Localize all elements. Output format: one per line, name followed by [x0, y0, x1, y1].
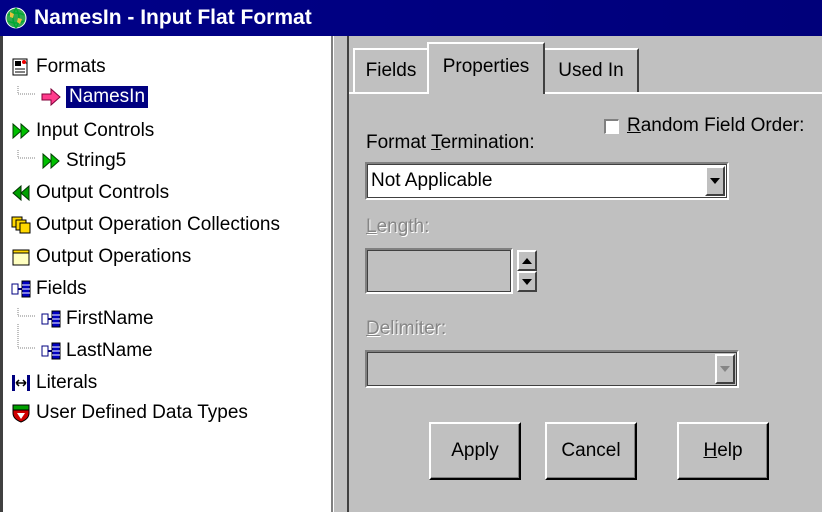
globe-icon	[5, 7, 27, 29]
help-button[interactable]: Help	[677, 422, 769, 480]
literal-icon	[12, 375, 30, 391]
tree-item-input-controls[interactable]: Input Controls	[11, 116, 154, 146]
properties-pane: Fields Properties Used In Random Field O…	[349, 36, 822, 512]
format-termination-value: Not Applicable	[371, 170, 493, 191]
tab-fields[interactable]: Fields	[353, 48, 429, 92]
shield-icon	[12, 404, 30, 423]
output-control-icon	[12, 184, 30, 202]
tree-pane[interactable]: Formats NamesIn Input Controls String5 O…	[0, 36, 333, 512]
length-spin-up-button[interactable]	[517, 250, 537, 271]
delimiter-label: Delimiter:	[366, 318, 447, 339]
input-control-icon	[42, 152, 60, 170]
tree-item-label: Output Operation Collections	[36, 214, 280, 235]
tree-item-string5[interactable]: String5	[41, 146, 126, 176]
tree-item-label: LastName	[66, 340, 153, 361]
format-termination-dropdown-button[interactable]	[705, 166, 725, 196]
random-field-order-label[interactable]: Random Field Order:	[627, 115, 804, 137]
cancel-button-label: Cancel	[561, 440, 621, 461]
tree-item-label: Literals	[36, 372, 98, 393]
tab-strip: Fields Properties Used In	[349, 36, 822, 96]
tree-item-label: Output Controls	[36, 182, 170, 203]
tree-item-label: NamesIn	[66, 86, 149, 108]
tab-used-in[interactable]: Used In	[543, 48, 639, 92]
tree-item-label: User Defined Data Types	[36, 402, 248, 423]
delimiter-select[interactable]	[365, 350, 739, 388]
input-control-icon	[12, 122, 30, 140]
folder-icon	[12, 249, 30, 266]
tree-item-firstname[interactable]: FirstName	[41, 304, 154, 334]
pink-arrow-icon	[41, 87, 61, 107]
collection-icon	[11, 216, 31, 234]
format-termination-label: Format Termination:	[366, 132, 535, 153]
delimiter-dropdown-button[interactable]	[715, 354, 735, 384]
tree-item-fields[interactable]: Fields	[11, 274, 87, 304]
tree-item-label: FirstName	[66, 308, 154, 329]
tree-connector	[17, 150, 36, 159]
tree-item-output-operations[interactable]: Output Operations	[11, 242, 191, 272]
pane-splitter[interactable]	[333, 36, 349, 512]
tab-label: Properties	[442, 56, 530, 77]
tree-item-label: Output Operations	[36, 246, 192, 267]
tree-item-output-operation-collections[interactable]: Output Operation Collections	[11, 210, 280, 240]
tab-label: Used In	[558, 60, 624, 81]
tab-properties[interactable]: Properties	[427, 42, 545, 94]
title-bar[interactable]: NamesIn - Input Flat Format	[0, 0, 822, 36]
tree-item-label: Formats	[36, 56, 106, 77]
tree-item-formats[interactable]: Formats	[11, 52, 106, 82]
tree-item-label: Input Controls	[36, 120, 155, 141]
chevron-down-icon	[720, 366, 730, 372]
tree-item-lastname[interactable]: LastName	[41, 336, 153, 366]
apply-button[interactable]: Apply	[429, 422, 521, 480]
tab-divider-line	[349, 92, 822, 94]
arrow-up-icon	[522, 257, 532, 264]
tree-item-literals[interactable]: Literals	[11, 368, 97, 398]
formats-icon	[12, 58, 28, 76]
help-button-label: Help	[703, 440, 743, 461]
tree-connector	[17, 308, 36, 317]
tree-item-output-controls[interactable]: Output Controls	[11, 178, 169, 208]
tree-connector	[17, 324, 36, 349]
tree-item-label: String5	[66, 150, 127, 171]
length-spin-down-button[interactable]	[517, 271, 537, 292]
format-termination-select[interactable]: Not Applicable	[365, 162, 729, 200]
field-icon	[41, 310, 61, 328]
tree-item-user-defined-data-types[interactable]: User Defined Data Types	[11, 398, 248, 428]
random-field-order-checkbox[interactable]	[604, 119, 619, 134]
length-input[interactable]	[365, 248, 513, 294]
tree-item-label: Fields	[36, 278, 87, 299]
length-label: Length:	[366, 216, 430, 237]
tree-item-namesin[interactable]: NamesIn	[41, 82, 149, 112]
tab-label: Fields	[365, 60, 417, 81]
tree-connector	[17, 86, 36, 95]
cancel-button[interactable]: Cancel	[545, 422, 637, 480]
chevron-down-icon	[710, 178, 720, 184]
field-icon	[11, 280, 31, 298]
arrow-down-icon	[522, 278, 532, 285]
apply-button-label: Apply	[451, 440, 499, 461]
field-icon	[41, 342, 61, 360]
window-title: NamesIn - Input Flat Format	[34, 6, 312, 29]
